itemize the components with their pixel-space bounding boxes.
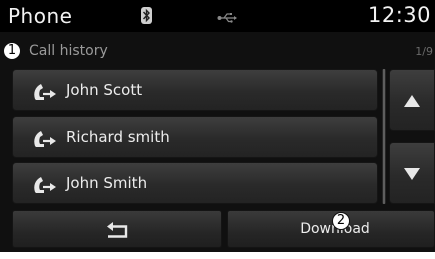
up-arrow-icon (404, 95, 420, 107)
outgoing-call-icon (32, 174, 58, 198)
clock: 12:30 (367, 3, 431, 27)
call-history-item[interactable]: John Smith (12, 162, 378, 204)
back-arrow-icon (107, 222, 128, 238)
screen-header: 1 Call history 1/9 (0, 32, 435, 64)
back-button[interactable] (12, 210, 222, 248)
bluetooth-icon (141, 7, 152, 24)
callout-marker-1: 1 (3, 42, 21, 60)
outgoing-call-icon (32, 128, 58, 152)
scroll-up-button[interactable] (389, 69, 435, 131)
caller-name: Richard smith (66, 128, 170, 146)
caller-name: John Scott (66, 81, 143, 99)
section-title: Call history (29, 43, 108, 59)
caller-name: John Smith (66, 174, 148, 192)
download-button[interactable]: Download (227, 210, 435, 248)
outgoing-call-icon (32, 81, 58, 105)
scroll-down-button[interactable] (389, 142, 435, 204)
page-indicator: 1/9 (415, 45, 433, 58)
call-history-screen: 1 Call history 1/9 John Scott Richard sm… (0, 32, 435, 252)
callout-marker-2: 2 (332, 212, 350, 230)
download-label: Download (300, 221, 370, 237)
usb-icon (217, 9, 237, 28)
status-bar: Phone 12:30 (0, 0, 435, 32)
call-history-item[interactable]: Richard smith (12, 116, 378, 158)
call-history-item[interactable]: John Scott (12, 69, 378, 111)
status-title: Phone (8, 4, 73, 28)
scroll-divider (382, 69, 386, 204)
down-arrow-icon (404, 168, 420, 180)
